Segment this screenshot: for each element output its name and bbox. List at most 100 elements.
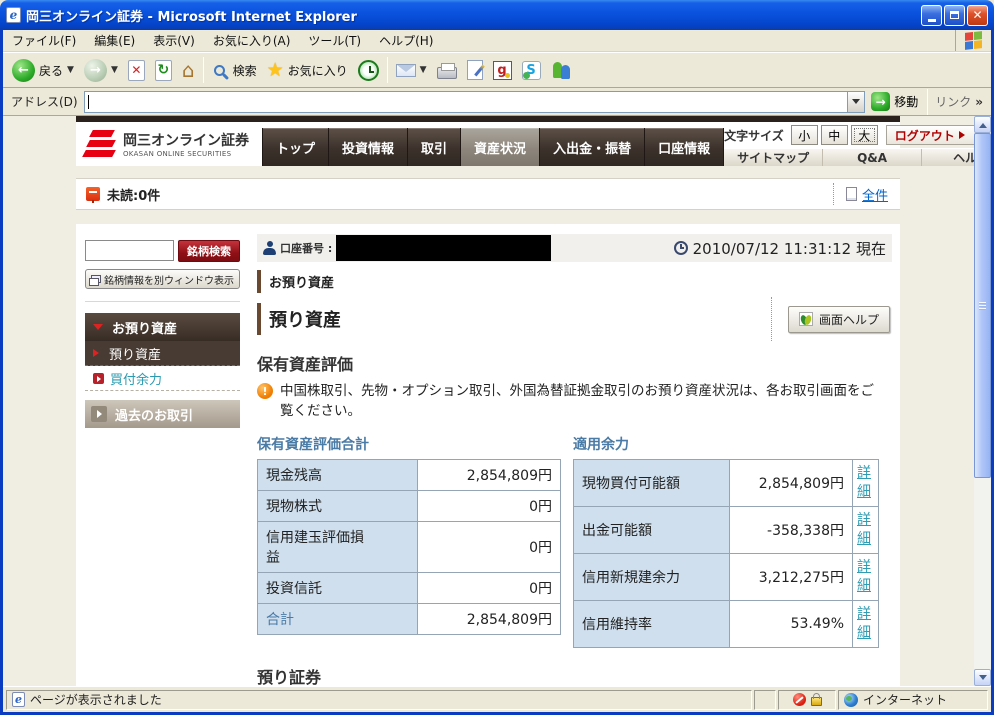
clock-icon [673, 241, 688, 255]
stock-info-window-label: 銘柄情報を別ウィンドウ表示 [104, 275, 234, 287]
menu-edit[interactable]: 編集(E) [85, 30, 144, 51]
address-input[interactable] [83, 90, 866, 113]
font-size-label: 文字サイズ [724, 128, 784, 143]
menu-favorites[interactable]: お気に入り(A) [204, 30, 300, 51]
help-link[interactable]: ヘルプ [921, 149, 974, 166]
detail-link[interactable]: 詳細 [857, 464, 872, 502]
nav-tab-trading[interactable]: 取引 [408, 128, 462, 166]
font-size-small-button[interactable]: 小 [790, 125, 818, 145]
back-dropdown-icon[interactable]: ▼ [67, 65, 74, 75]
sidebar-section-assets[interactable]: お預り資産 [85, 313, 240, 341]
mail-dropdown-icon[interactable]: ▼ [420, 65, 427, 75]
forward-dropdown-icon[interactable]: ▼ [111, 65, 118, 75]
search-label: 検索 [232, 63, 257, 78]
sidebar-section-history[interactable]: 過去のお取引 [85, 400, 240, 428]
scroll-down-button[interactable] [974, 669, 991, 686]
sitemap-link[interactable]: サイトマップ [724, 149, 822, 166]
refresh-button[interactable]: ↻ [150, 54, 177, 86]
account-number-redacted [336, 235, 552, 261]
nav-tab-investment-info[interactable]: 投資情報 [329, 128, 409, 166]
all-items-link[interactable]: 全件 [862, 185, 888, 204]
lock-icon [810, 693, 822, 706]
close-button[interactable]: ✕ [967, 4, 988, 26]
go-button[interactable]: → 移動 [865, 92, 924, 111]
nav-tab-asset-status[interactable]: 資産状況 [461, 128, 541, 166]
stock-search-input[interactable] [85, 240, 174, 261]
document-list-icon [845, 187, 857, 201]
status-bar: e ページが表示されました インターネット [3, 686, 991, 712]
sidebar-item-deposit-assets[interactable]: 預り資産 [85, 341, 240, 366]
qa-link[interactable]: Q&A [822, 149, 921, 166]
site-logo[interactable]: 岡三オンライン証券 OKASAN ONLINE SECURITIES [76, 122, 258, 166]
detail-link[interactable]: 詳細 [857, 605, 872, 643]
addon-button-1[interactable]: g [488, 54, 517, 86]
detail-link[interactable]: 詳細 [857, 511, 872, 549]
menu-tools[interactable]: ツール(T) [299, 30, 370, 51]
search-icon [213, 64, 225, 76]
scroll-up-button[interactable] [974, 116, 991, 133]
home-icon: ⌂ [181, 58, 195, 82]
notice-text: 中国株取引、先物・オプション取引、外国為替証拠金取引のお預り資産状況は、各お取引… [280, 383, 874, 420]
home-button[interactable]: ⌂ [177, 54, 200, 86]
row-value: 0円 [417, 571, 561, 604]
font-size-medium-button[interactable]: 中 [820, 125, 848, 145]
stock-info-window-button[interactable]: 銘柄情報を別ウィンドウ表示 [85, 269, 240, 289]
row-label: 信用維持率 [573, 599, 730, 648]
search-button[interactable]: 検索 [207, 54, 262, 86]
detail-link[interactable]: 詳細 [857, 558, 872, 596]
margin-table-block: 適用余力 現物買付可能額 2,854,809円 詳細 出金可能額 -358,33… [573, 434, 879, 648]
logo-subtitle: OKASAN ONLINE SECURITIES [123, 150, 232, 158]
menu-help[interactable]: ヘルプ(H) [370, 30, 442, 51]
holdings-table: 現金残高 2,854,809円 現物株式 0円 信用建玉評価損益 0円 投資信託… [257, 458, 561, 635]
total-value: 2,854,809円 [417, 602, 561, 635]
person-icon [263, 241, 276, 255]
mail-icon [395, 63, 416, 77]
message-bar: 未読:0件 全件 [76, 178, 900, 210]
menu-file[interactable]: ファイル(F) [3, 30, 85, 51]
font-size-large-button[interactable]: 大 [850, 125, 878, 145]
main-nav: トップ 投資情報 取引 資産状況 入出金・振替 口座情報 [262, 128, 725, 166]
messenger-button[interactable] [546, 54, 576, 86]
table-row: 信用維持率 53.49% 詳細 [573, 599, 879, 648]
row-value: -358,338円 [729, 505, 853, 554]
vertical-scrollbar[interactable] [974, 116, 991, 686]
links-toolbar[interactable]: リンク [935, 93, 971, 110]
status-text: ページが表示されました [30, 693, 162, 707]
scrollbar-thumb[interactable] [974, 133, 991, 478]
links-chevron-icon[interactable]: » [975, 95, 983, 109]
minimize-button[interactable] [921, 4, 942, 26]
print-button[interactable] [432, 54, 462, 86]
nav-tab-top[interactable]: トップ [262, 128, 330, 166]
scrollbar-track[interactable] [974, 133, 991, 669]
address-dropdown-button[interactable] [847, 91, 865, 112]
mail-button[interactable]: ▼ [391, 54, 432, 86]
window-controls: ✕ [921, 4, 988, 26]
status-icons [778, 689, 836, 710]
maximize-icon [950, 11, 959, 19]
status-spacer [754, 689, 776, 710]
maximize-button[interactable] [944, 4, 965, 26]
favorites-button[interactable]: ★ お気に入り [262, 54, 353, 86]
app-body: ファイル(F) 編集(E) 表示(V) お気に入り(A) ツール(T) ヘルプ(… [0, 30, 994, 715]
page-title: 預り資産 [257, 303, 341, 335]
toolbar-separator [927, 88, 929, 115]
table-row: 信用建玉評価損益 0円 [257, 520, 561, 573]
screen-help-button[interactable]: 画面ヘルプ [787, 305, 890, 333]
history-button[interactable] [353, 54, 384, 86]
menu-view[interactable]: 表示(V) [144, 30, 204, 51]
title-bar[interactable]: e 岡三オンライン証券 - Microsoft Internet Explore… [0, 0, 994, 30]
forward-button[interactable]: → ▼ [79, 54, 123, 86]
stock-search-button[interactable]: 銘柄検索 [178, 240, 240, 262]
header-utility: 文字サイズ 小 中 大 ログアウト サイトマップ Q&A ヘル [724, 122, 974, 166]
nav-tab-account-info[interactable]: 口座情報 [645, 128, 725, 166]
minimize-icon [927, 18, 936, 22]
addon-button-2[interactable]: S [517, 54, 546, 86]
edit-button[interactable] [462, 54, 488, 86]
logout-button[interactable]: ログアウト [885, 125, 974, 145]
gray-square-arrow-icon [91, 406, 107, 422]
stop-button[interactable]: ✕ [123, 54, 150, 86]
nav-tab-deposit-withdrawal[interactable]: 入出金・振替 [540, 128, 646, 166]
back-button[interactable]: ← 戻る ▼ [7, 54, 79, 86]
sidebar-item-buying-power[interactable]: 買付余力 [85, 366, 240, 391]
security-zone: インターネット [838, 689, 988, 710]
